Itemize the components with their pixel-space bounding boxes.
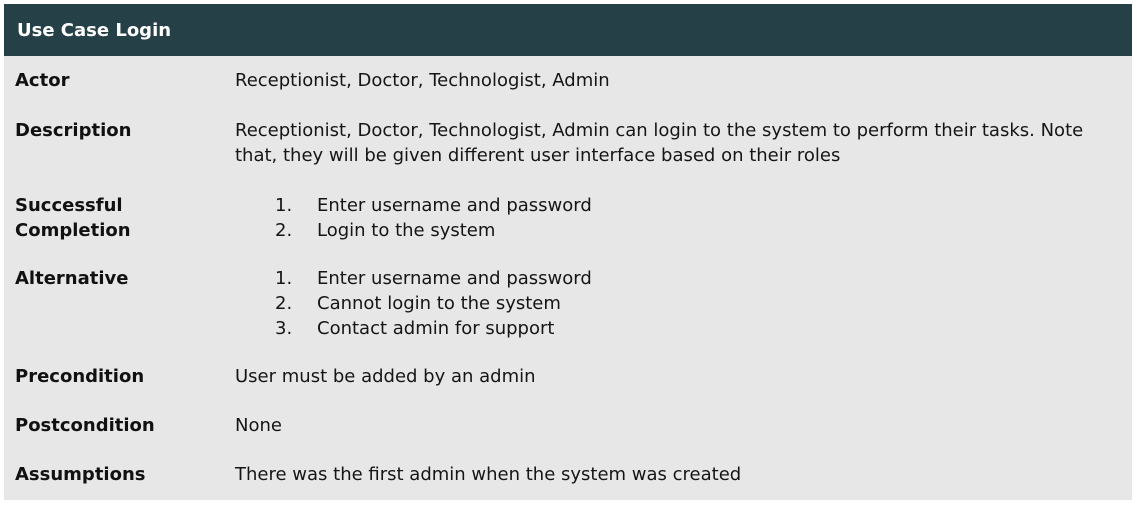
table-header: Use Case Login <box>4 4 1132 56</box>
description-label: Description <box>15 120 132 141</box>
precondition-value: User must be added by an admin <box>235 366 536 387</box>
description-value: Receptionist, Doctor, Technologist, Admi… <box>235 120 1084 166</box>
successful-completion-label: Successful Completion <box>15 195 131 241</box>
step-text: Enter username and password <box>317 268 592 289</box>
step-text: Cannot login to the system <box>317 293 561 314</box>
actor-value: Receptionist, Doctor, Technologist, Admi… <box>235 70 610 91</box>
assumptions-value: There was the first admin when the syste… <box>235 464 742 485</box>
use-case-table: Use Case Login Actor Receptionist, Docto… <box>4 4 1132 500</box>
step-number: 2. <box>275 220 293 241</box>
table-title: Use Case Login <box>17 19 172 41</box>
step-number: 2. <box>275 293 293 314</box>
step-text: Enter username and password <box>317 195 592 216</box>
assumptions-label: Assumptions <box>15 464 146 485</box>
precondition-label: Precondition <box>15 366 145 387</box>
step-text: Contact admin for support <box>317 318 555 339</box>
postcondition-value: None <box>235 415 282 436</box>
actor-label: Actor <box>15 70 70 91</box>
step-number: 3. <box>275 318 293 339</box>
alternative-steps: 1. Enter username and password 2. Cannot… <box>235 266 1125 341</box>
step-text: Login to the system <box>317 220 496 241</box>
list-item: 2. Cannot login to the system <box>235 291 1125 316</box>
step-number: 1. <box>275 268 293 289</box>
alternative-label: Alternative <box>15 268 129 289</box>
successful-completion-steps: 1. Enter username and password 2. Login … <box>235 193 1125 243</box>
list-item: 3. Contact admin for support <box>235 316 1125 341</box>
postcondition-label: Postcondition <box>15 415 155 436</box>
list-item: 2. Login to the system <box>235 218 1125 243</box>
list-item: 1. Enter username and password <box>235 266 1125 291</box>
step-number: 1. <box>275 195 293 216</box>
list-item: 1. Enter username and password <box>235 193 1125 218</box>
